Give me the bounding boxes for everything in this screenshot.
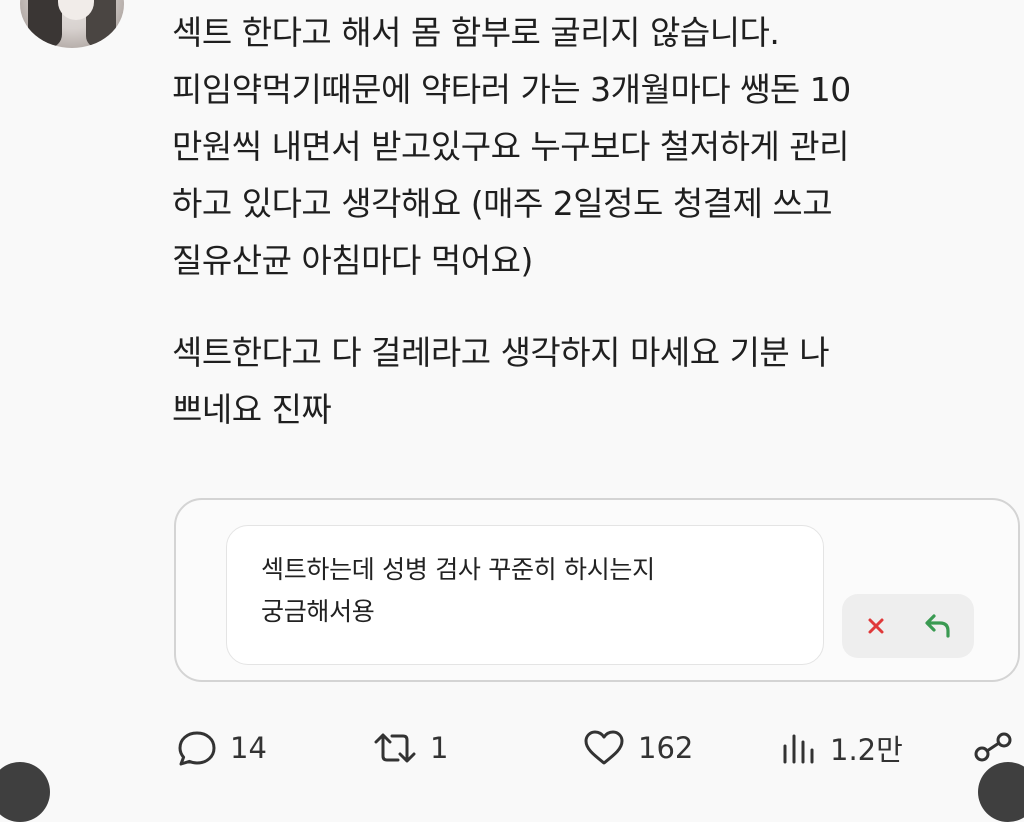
reply-arrow-icon[interactable] — [922, 610, 954, 642]
repost-count: 1 — [430, 731, 449, 765]
question-bubble: 섹트하는데 성병 검사 꾸준히 하시는지 궁금해서용 — [226, 525, 824, 665]
post-action-bar: 14 1 162 1.2만 — [0, 718, 1024, 778]
avatar[interactable] — [20, 0, 124, 48]
close-x-icon[interactable] — [860, 610, 892, 642]
quoted-question-card[interactable]: 섹트하는데 성병 검사 꾸준히 하시는지 궁금해서용 — [174, 498, 1020, 682]
reply-button[interactable]: 14 — [176, 718, 267, 778]
like-button[interactable]: 162 — [582, 718, 693, 778]
repost-button[interactable]: 1 — [372, 718, 448, 778]
post-body: 섹트 한다고 해서 몸 함부로 굴리지 않습니다. 피임약먹기때문에 약타러 가… — [172, 4, 1012, 438]
overlay-button-edge[interactable] — [978, 762, 1024, 822]
post-paragraph: 섹트 한다고 해서 몸 함부로 굴리지 않습니다. 피임약먹기때문에 약타러 가… — [172, 13, 851, 280]
bar-chart-icon — [783, 734, 814, 764]
reply-count: 14 — [230, 731, 267, 765]
views-button[interactable]: 1.2만 — [778, 718, 903, 778]
question-text: 섹트하는데 성병 검사 꾸준히 하시는지 궁금해서용 — [261, 555, 655, 626]
like-count: 162 — [638, 731, 694, 765]
heart-icon — [584, 730, 624, 765]
speech-bubble-icon — [178, 731, 216, 766]
avatar-hair — [28, 0, 62, 48]
repost-arrows-icon — [374, 733, 416, 763]
view-count: 1.2만 — [830, 733, 903, 767]
question-actions — [842, 594, 974, 658]
post-paragraph: 섹트한다고 다 걸레라고 생각하지 마세요 기분 나 쁘네요 진짜 — [172, 333, 830, 429]
